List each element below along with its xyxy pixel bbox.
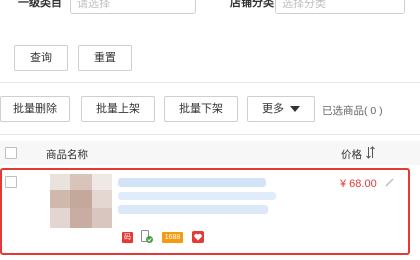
more-label: 更多	[262, 103, 284, 115]
tag-1688: 1688	[162, 232, 183, 243]
query-button[interactable]: 查询	[14, 45, 68, 71]
category-select[interactable]: 请选择	[70, 0, 196, 14]
more-dropdown-button[interactable]: 更多	[247, 96, 315, 122]
product-title-blurred	[118, 205, 268, 214]
batch-online-button[interactable]: 批量上架	[81, 96, 155, 122]
category-label: 一级类目	[18, 0, 62, 9]
column-header-name: 商品名称	[46, 149, 88, 161]
store-category-select[interactable]: 选择分类	[275, 0, 405, 14]
product-price: ¥ 68.00	[340, 178, 377, 190]
table-header: 商品名称 价格	[0, 141, 420, 165]
sort-icon[interactable]	[366, 146, 375, 159]
code-tag: 码	[122, 232, 133, 243]
product-title-blurred	[118, 192, 276, 200]
selected-count: 已选商品( 0 )	[322, 105, 383, 117]
mobile-check-icon	[140, 230, 154, 244]
heart-icon[interactable]	[192, 231, 204, 243]
product-title-blurred[interactable]	[118, 178, 266, 187]
row-checkbox[interactable]	[5, 176, 17, 188]
batch-offline-button[interactable]: 批量下架	[164, 96, 238, 122]
column-header-price[interactable]: 价格	[341, 147, 362, 162]
reset-button[interactable]: 重置	[78, 45, 132, 71]
category-placeholder: 请选择	[77, 0, 110, 10]
store-category-placeholder: 选择分类	[282, 0, 326, 10]
edit-pencil-icon[interactable]	[385, 178, 394, 187]
chevron-down-icon	[380, 0, 394, 6]
chevron-down-icon	[171, 0, 185, 6]
product-thumbnail[interactable]	[50, 174, 112, 228]
caret-down-icon	[290, 106, 300, 112]
select-all-checkbox[interactable]	[5, 147, 17, 159]
batch-delete-button[interactable]: 批量删除	[0, 96, 70, 122]
store-category-label: 店铺分类	[230, 0, 274, 9]
divider	[0, 134, 420, 135]
divider	[0, 82, 420, 83]
